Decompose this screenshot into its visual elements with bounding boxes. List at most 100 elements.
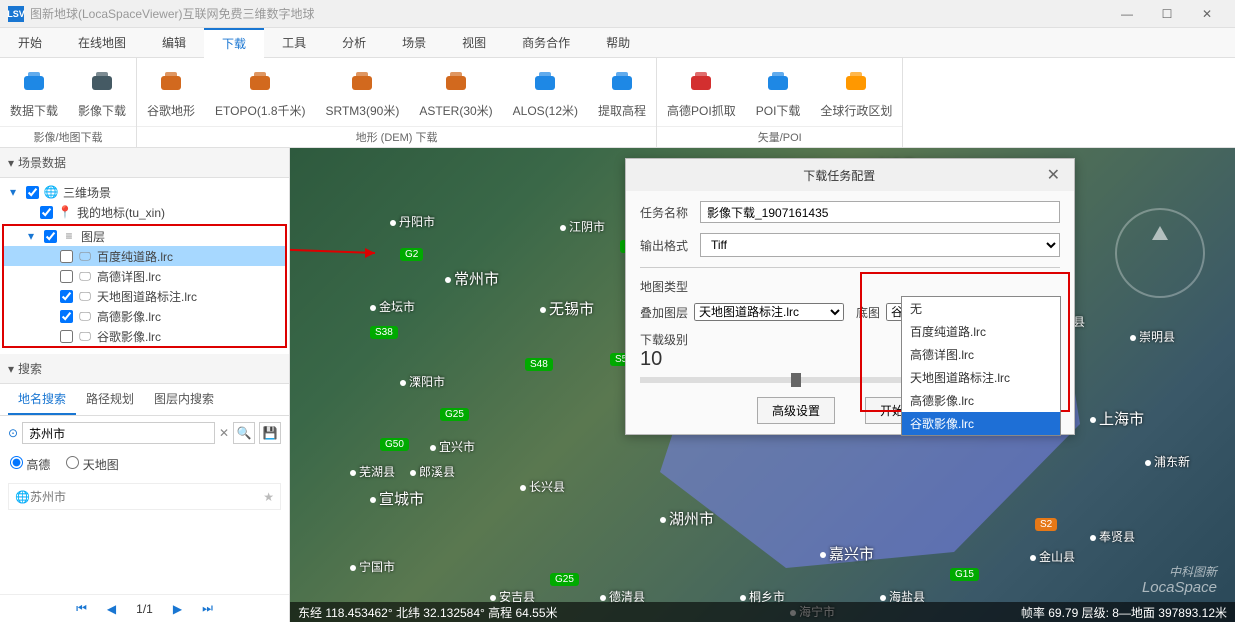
collapse-icon: ▾	[8, 156, 14, 170]
gaode-poi[interactable]: 高德POI抓取	[657, 58, 746, 126]
dropdown-option[interactable]: 高德详图.lrc	[902, 343, 1060, 366]
maximize-button[interactable]: ☐	[1147, 0, 1187, 28]
extract-elev[interactable]: 提取高程	[588, 58, 656, 126]
layer-label: 谷歌影像.lrc	[97, 328, 161, 345]
landmark-checkbox[interactable]	[40, 206, 53, 219]
search-tab[interactable]: 路径规划	[76, 384, 144, 415]
advanced-button[interactable]: 高级设置	[757, 397, 835, 424]
alos-icon	[529, 66, 561, 98]
data-download[interactable]: 数据下载	[0, 58, 68, 126]
scene-tree: ▾ 🌐 三维场景 📍 我的地标(tu_xin) ▾ ≡ 图层 🖵百度纯道路.lr…	[0, 178, 289, 354]
search-panel-label: 搜索	[18, 360, 42, 377]
menu-帮助[interactable]: 帮助	[588, 28, 648, 58]
road-label: G2	[400, 248, 423, 261]
search-tab[interactable]: 地名搜索	[8, 384, 76, 415]
dropdown-option[interactable]: 天地图道路标注.lrc	[902, 366, 1060, 389]
layer-label: 天地图道路标注.lrc	[97, 288, 197, 305]
layer-checkbox[interactable]	[60, 290, 73, 303]
close-button[interactable]: ✕	[1187, 0, 1227, 28]
minimize-button[interactable]: —	[1107, 0, 1147, 28]
star-icon[interactable]: ★	[263, 490, 274, 504]
layer-item[interactable]: 🖵高德影像.lrc	[4, 306, 285, 326]
dialog-titlebar[interactable]: 下载任务配置 ✕	[626, 159, 1074, 191]
globe-icon: 🌐	[43, 185, 59, 199]
menubar: 开始在线地图编辑下载工具分析场景视图商务合作帮助	[0, 28, 1235, 58]
srtm3[interactable]: SRTM3(90米)	[316, 58, 410, 126]
menu-编辑[interactable]: 编辑	[144, 28, 204, 58]
google-terrain[interactable]: 谷歌地形	[137, 58, 205, 126]
compass-icon[interactable]	[1115, 208, 1205, 298]
layer-item[interactable]: 🖵谷歌影像.lrc	[4, 326, 285, 346]
srtm3-icon	[346, 66, 378, 98]
menu-开始[interactable]: 开始	[0, 28, 60, 58]
global-admin[interactable]: 全球行政区划	[810, 58, 902, 126]
layer-checkbox[interactable]	[60, 270, 73, 283]
maptype-label: 地图类型	[640, 278, 1060, 295]
format-select[interactable]: Tiff	[700, 233, 1060, 257]
aster[interactable]: ASTER(30米)	[409, 58, 502, 126]
scene-panel-label: 场景数据	[18, 154, 66, 171]
layer-checkbox[interactable]	[60, 250, 73, 263]
save-button[interactable]: 💾	[259, 422, 281, 444]
alos[interactable]: ALOS(12米)	[503, 58, 588, 126]
search-result[interactable]: 🌐 苏州市 ★	[8, 483, 281, 510]
last-page-button[interactable]: ⏭	[202, 601, 213, 616]
dropdown-option[interactable]: 无	[902, 297, 1060, 320]
layer-checkbox[interactable]	[60, 310, 73, 323]
scene-panel-header[interactable]: ▾ 场景数据	[0, 148, 289, 178]
global-admin-icon	[840, 66, 872, 98]
tree-root[interactable]: ▾ 🌐 三维场景	[0, 182, 289, 202]
menu-视图[interactable]: 视图	[444, 28, 504, 58]
monitor-icon: 🖵	[77, 309, 93, 324]
pin-icon: 📍	[57, 205, 73, 219]
poi-download[interactable]: POI下载	[746, 58, 811, 126]
menu-商务合作[interactable]: 商务合作	[504, 28, 588, 58]
dropdown-option[interactable]: 谷歌影像.lrc	[902, 412, 1060, 435]
globe-icon: 🌐	[15, 490, 30, 504]
overlay-select[interactable]: 天地图道路标注.lrc	[694, 303, 844, 321]
layers-checkbox[interactable]	[44, 230, 57, 243]
statusbar: 东经 118.453462° 北纬 32.132584° 高程 64.55米 帧…	[290, 602, 1235, 622]
tree-layers[interactable]: ▾ ≡ 图层	[4, 226, 285, 246]
menu-下载[interactable]: 下载	[204, 28, 264, 58]
city-label: 丹阳市	[390, 213, 435, 230]
first-page-button[interactable]: ⏮	[76, 601, 87, 616]
image-download[interactable]: 影像下载	[68, 58, 136, 126]
status-fps: 帧率 69.79 层级: 8—地面 397893.12米	[1021, 604, 1227, 621]
dropdown-option[interactable]: 百度纯道路.lrc	[902, 320, 1060, 343]
clear-icon[interactable]: ✕	[219, 426, 229, 440]
layer-item[interactable]: 🖵天地图道路标注.lrc	[4, 286, 285, 306]
status-coords: 东经 118.453462° 北纬 32.132584° 高程 64.55米	[298, 604, 558, 621]
search-tab[interactable]: 图层内搜索	[144, 384, 224, 415]
search-button[interactable]: 🔍	[233, 422, 255, 444]
tree-mylandmark[interactable]: 📍 我的地标(tu_xin)	[0, 202, 289, 222]
layer-item[interactable]: 🖵百度纯道路.lrc	[4, 246, 285, 266]
landmark-label: 我的地标(tu_xin)	[77, 204, 165, 221]
menu-分析[interactable]: 分析	[324, 28, 384, 58]
dropdown-option[interactable]: 高德影像.lrc	[902, 389, 1060, 412]
radio-gaode[interactable]: 高德	[10, 456, 50, 473]
level-value: 10	[640, 348, 688, 371]
etopo[interactable]: ETOPO(1.8千米)	[205, 58, 315, 126]
layer-item[interactable]: 🖵高德详图.lrc	[4, 266, 285, 286]
prev-page-button[interactable]: ◀	[107, 602, 116, 616]
layer-label: 高德详图.lrc	[97, 268, 161, 285]
map-viewport[interactable]: 如东县南通市启东县崇明县上海市浦东新奉贤县金山县嘉兴市桐乡市海盐县海宁市德清县安…	[290, 148, 1235, 622]
menu-在线地图[interactable]: 在线地图	[60, 28, 144, 58]
city-label: 长兴县	[520, 478, 565, 495]
menu-场景[interactable]: 场景	[384, 28, 444, 58]
search-panel-header[interactable]: ▾ 搜索	[0, 354, 289, 384]
task-name-input[interactable]	[700, 201, 1060, 223]
extract-elev-icon	[606, 66, 638, 98]
radio-tianditu[interactable]: 天地图	[66, 456, 118, 473]
collapse-icon: ▾	[8, 362, 14, 376]
dialog-close-button[interactable]: ✕	[1043, 165, 1064, 185]
next-page-button[interactable]: ▶	[173, 602, 182, 616]
base-label: 底图	[856, 304, 880, 321]
layer-checkbox[interactable]	[60, 330, 73, 343]
task-name-label: 任务名称	[640, 204, 700, 221]
search-input[interactable]	[22, 422, 215, 444]
city-label: 无锡市	[540, 298, 594, 319]
root-checkbox[interactable]	[26, 186, 39, 199]
menu-工具[interactable]: 工具	[264, 28, 324, 58]
